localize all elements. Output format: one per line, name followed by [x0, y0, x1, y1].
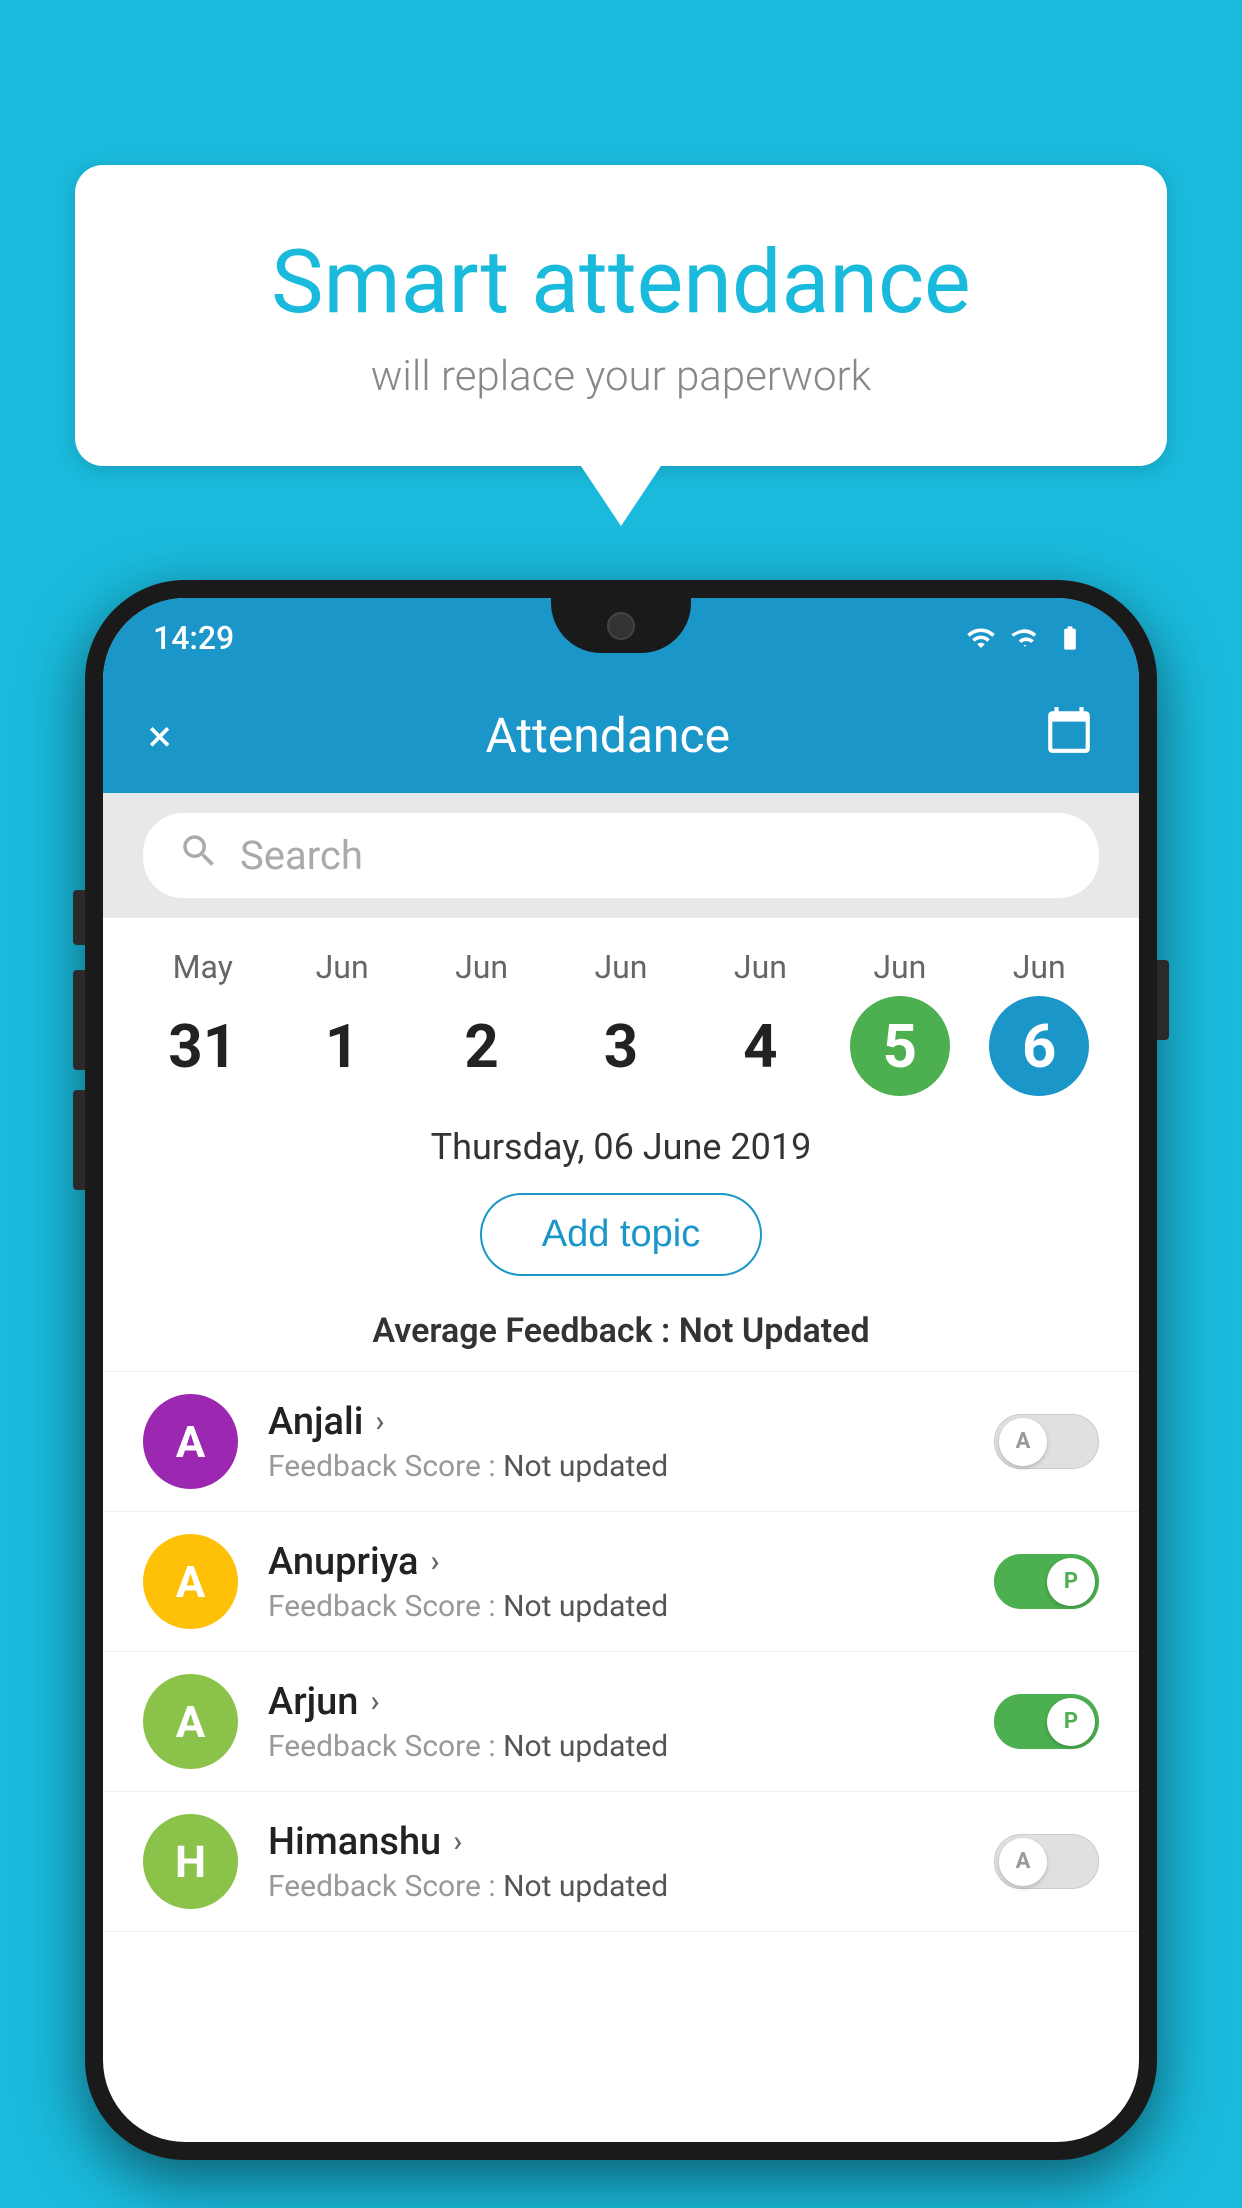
avatar: H: [143, 1814, 238, 1909]
list-item[interactable]: A Anupriya › Feedback Score : Not update…: [103, 1512, 1139, 1652]
chevron-right-icon: ›: [453, 1824, 462, 1859]
attendance-toggle[interactable]: A: [994, 1834, 1099, 1889]
search-container: Search: [103, 793, 1139, 918]
cal-num: 6: [989, 996, 1089, 1096]
search-placeholder: Search: [240, 832, 363, 879]
cal-month: Jun: [594, 948, 647, 986]
student-feedback: Feedback Score : Not updated: [268, 1729, 964, 1764]
notch: [551, 598, 691, 653]
cal-num: 5: [850, 996, 950, 1096]
speech-bubble: Smart attendance will replace your paper…: [75, 165, 1167, 466]
feedback-value: Not updated: [503, 1589, 668, 1624]
search-bar[interactable]: Search: [143, 813, 1099, 898]
date-display: Thursday, 06 June 2019: [103, 1106, 1139, 1183]
mute-button: [73, 890, 85, 945]
average-feedback-value: Not Updated: [679, 1311, 870, 1351]
cal-month: May: [173, 948, 233, 986]
add-topic-container: Add topic: [103, 1183, 1139, 1301]
average-feedback-label: Average Feedback :: [372, 1311, 678, 1351]
attendance-toggle[interactable]: P: [994, 1554, 1099, 1609]
avatar: A: [143, 1534, 238, 1629]
list-item[interactable]: A Arjun › Feedback Score : Not updated P: [103, 1652, 1139, 1792]
student-feedback: Feedback Score : Not updated: [268, 1449, 964, 1484]
app-bar: × Attendance: [103, 678, 1139, 793]
feedback-value: Not updated: [503, 1449, 668, 1484]
speech-bubble-title: Smart attendance: [135, 235, 1107, 332]
student-name: Arjun ›: [268, 1680, 964, 1724]
status-icons: [963, 623, 1089, 653]
speech-bubble-tail: [581, 466, 661, 526]
calendar-button[interactable]: [1044, 705, 1094, 766]
calendar-day[interactable]: Jun 2: [422, 948, 542, 1096]
student-info: Arjun › Feedback Score : Not updated: [268, 1680, 964, 1764]
student-list: A Anjali › Feedback Score : Not updated …: [103, 1372, 1139, 1932]
student-info: Himanshu › Feedback Score : Not updated: [268, 1820, 964, 1904]
calendar-day[interactable]: Jun 5: [840, 948, 960, 1096]
wifi-icon: [963, 623, 999, 653]
power-button: [1157, 960, 1169, 1040]
add-topic-button[interactable]: Add topic: [480, 1193, 762, 1276]
phone-screen: 14:29 ×: [103, 598, 1139, 2142]
student-info: Anupriya › Feedback Score : Not updated: [268, 1540, 964, 1624]
calendar-day[interactable]: Jun 6: [979, 948, 1099, 1096]
student-name: Himanshu ›: [268, 1820, 964, 1864]
calendar-day[interactable]: Jun 1: [282, 948, 402, 1096]
average-feedback: Average Feedback : Not Updated: [103, 1301, 1139, 1372]
cal-num: 3: [571, 996, 671, 1096]
speech-bubble-subtitle: will replace your paperwork: [135, 352, 1107, 401]
feedback-value: Not updated: [503, 1869, 668, 1904]
app-bar-title: Attendance: [485, 707, 730, 764]
status-time: 14:29: [153, 619, 234, 657]
phone-outer: 14:29 ×: [85, 580, 1157, 2160]
chevron-right-icon: ›: [430, 1544, 439, 1579]
student-name: Anjali ›: [268, 1400, 964, 1444]
volume-down-button: [73, 1090, 85, 1190]
calendar-day[interactable]: Jun 3: [561, 948, 681, 1096]
attendance-toggle[interactable]: A: [994, 1414, 1099, 1469]
cal-num: 1: [292, 996, 392, 1096]
search-icon: [178, 830, 220, 882]
calendar-day[interactable]: Jun 4: [700, 948, 820, 1096]
cal-num: 31: [153, 996, 253, 1096]
list-item[interactable]: H Himanshu › Feedback Score : Not update…: [103, 1792, 1139, 1932]
avatar: A: [143, 1394, 238, 1489]
battery-icon: [1051, 624, 1089, 652]
cal-num: 4: [710, 996, 810, 1096]
avatar: A: [143, 1674, 238, 1769]
cal-month: Jun: [1013, 948, 1066, 986]
student-feedback: Feedback Score : Not updated: [268, 1869, 964, 1904]
cal-month: Jun: [316, 948, 369, 986]
student-name: Anupriya ›: [268, 1540, 964, 1584]
calendar-strip: May 31 Jun 1 Jun 2 Jun 3 Jun 4 Jun 5 Jun…: [103, 918, 1139, 1106]
chevron-right-icon: ›: [370, 1684, 379, 1719]
student-info: Anjali › Feedback Score : Not updated: [268, 1400, 964, 1484]
front-camera: [607, 612, 635, 640]
close-button[interactable]: ×: [148, 710, 171, 762]
signal-icon: [1009, 623, 1041, 653]
speech-bubble-wrapper: Smart attendance will replace your paper…: [75, 165, 1167, 526]
feedback-value: Not updated: [503, 1729, 668, 1764]
cal-month: Jun: [455, 948, 508, 986]
cal-month: Jun: [734, 948, 787, 986]
attendance-toggle[interactable]: P: [994, 1694, 1099, 1749]
calendar-icon: [1044, 705, 1094, 755]
volume-up-button: [73, 970, 85, 1070]
status-bar: 14:29: [103, 598, 1139, 678]
list-item[interactable]: A Anjali › Feedback Score : Not updated …: [103, 1372, 1139, 1512]
cal-num: 2: [432, 996, 532, 1096]
student-feedback: Feedback Score : Not updated: [268, 1589, 964, 1624]
calendar-day[interactable]: May 31: [143, 948, 263, 1096]
phone-wrapper: 14:29 ×: [85, 580, 1157, 2160]
cal-month: Jun: [873, 948, 926, 986]
chevron-right-icon: ›: [375, 1404, 384, 1439]
